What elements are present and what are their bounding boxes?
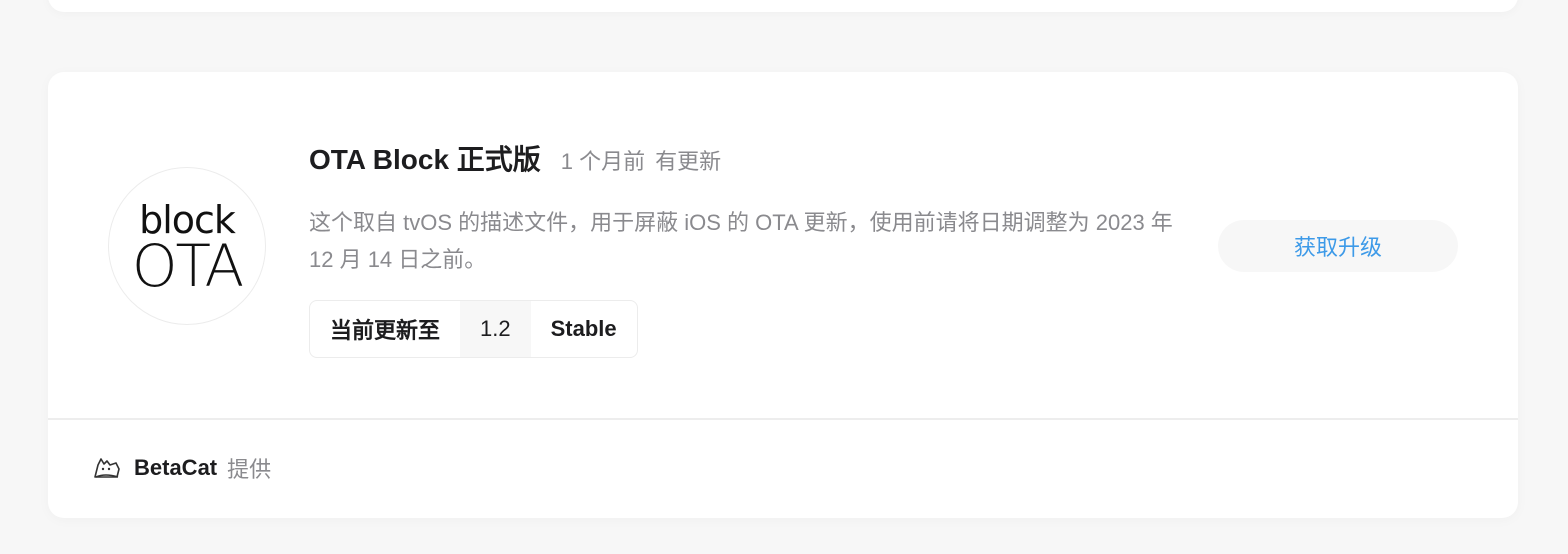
version-number: 1.2 — [460, 301, 531, 357]
updated-time: 1 个月前 — [560, 149, 646, 174]
logo-text-ota: OTA — [131, 232, 244, 300]
title-row: OTA Block 正式版 1 个月前 有更新 — [309, 138, 721, 178]
divider — [48, 418, 1518, 420]
app-title: OTA Block 正式版 — [309, 144, 541, 175]
provider-footer: BetaCat 提供 — [92, 452, 271, 484]
provided-label: 提供 — [227, 457, 272, 482]
get-upgrade-button[interactable]: 获取升级 — [1218, 220, 1458, 272]
profile-card: block OTA OTA Block 正式版 1 个月前 有更新 这个取自 t… — [48, 72, 1518, 518]
provider-name[interactable]: BetaCat — [134, 455, 217, 481]
app-description: 这个取自 tvOS 的描述文件，用于屏蔽 iOS 的 OTA 更新，使用前请将日… — [309, 210, 1173, 272]
version-channel: Stable — [550, 316, 617, 341]
version-info: 当前更新至 1.2 Stable — [309, 300, 638, 358]
version-label: 当前更新至 — [330, 318, 441, 343]
update-status: 有更新 — [655, 149, 722, 174]
cat-icon — [94, 458, 120, 478]
previous-card — [48, 0, 1518, 12]
app-logo: block OTA — [108, 167, 266, 325]
